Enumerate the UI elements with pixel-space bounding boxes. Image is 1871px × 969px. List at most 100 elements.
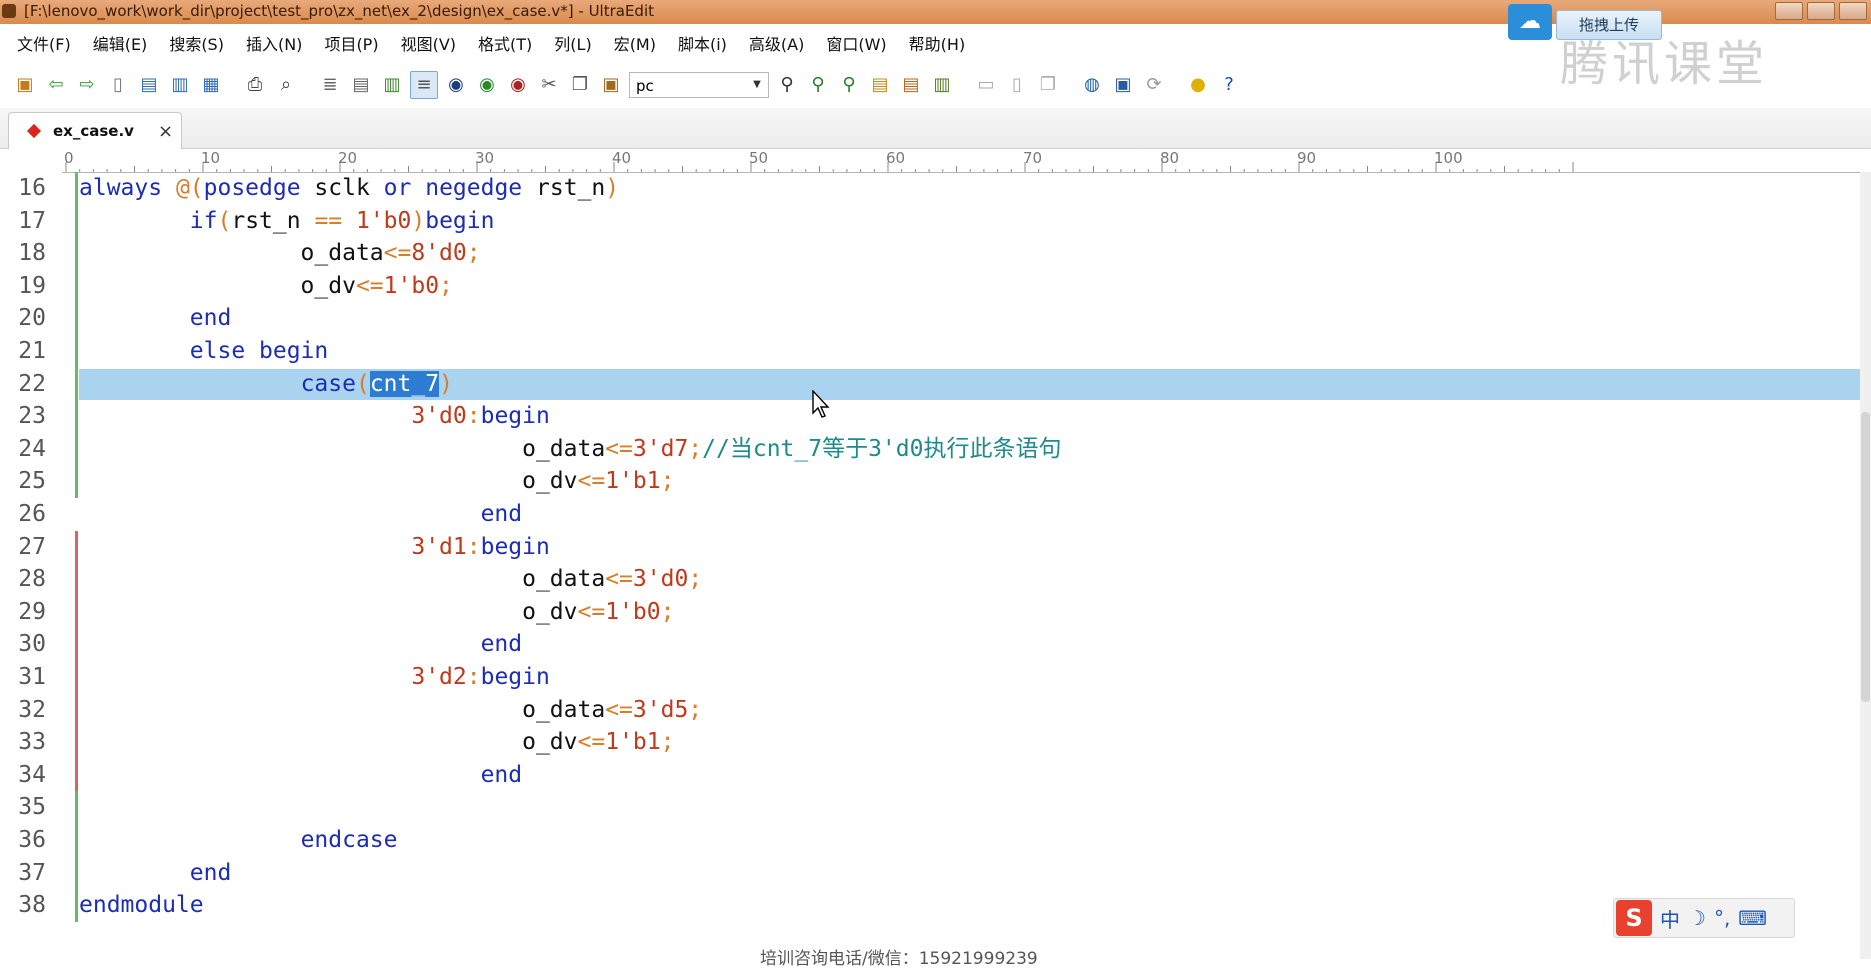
globe-icon[interactable]: ◍: [1079, 72, 1105, 98]
code-line[interactable]: 27 3'd1:begin: [0, 531, 1860, 563]
code-text: end: [79, 759, 523, 791]
menu-item-8[interactable]: 宏(M): [603, 28, 667, 62]
menu-item-10[interactable]: 高级(A): [738, 28, 815, 62]
chevron-down-icon[interactable]: ▼: [748, 75, 766, 95]
code-token: <=: [605, 566, 633, 593]
help-icon[interactable]: ?: [1216, 72, 1242, 98]
minimize-button[interactable]: [1775, 2, 1803, 20]
keyboard-icon[interactable]: ⌨: [1738, 906, 1767, 930]
cut-icon[interactable]: ✂: [536, 72, 562, 98]
list-icon[interactable]: ▤: [898, 72, 924, 98]
ime-mode-toggle[interactable]: 中: [1660, 904, 1680, 933]
find-in-files-icon[interactable]: ▤: [867, 72, 893, 98]
code-text: o_data<=3'd5;: [79, 694, 702, 726]
menu-item-2[interactable]: 搜索(S): [158, 28, 235, 62]
save-icon[interactable]: ▥: [167, 72, 193, 98]
menu-item-4[interactable]: 项目(P): [313, 28, 389, 62]
code-token: posedge: [203, 175, 315, 201]
menu-item-1[interactable]: 编辑(E): [82, 28, 159, 62]
replace-icon[interactable]: ⚲: [836, 72, 862, 98]
menu-item-9[interactable]: 脚本(i): [667, 28, 738, 62]
code-line[interactable]: 32 o_data<=3'd5;: [0, 694, 1860, 726]
punctuation-icon[interactable]: °,: [1714, 906, 1730, 930]
save-all-icon[interactable]: ▦: [198, 72, 224, 98]
ruler-label: 80: [1160, 150, 1179, 167]
browser-icon[interactable]: ◉: [505, 72, 531, 98]
code-line[interactable]: 36 endcase: [0, 824, 1860, 856]
code-token: 1'b0: [383, 272, 440, 299]
moon-icon[interactable]: ☽: [1688, 906, 1706, 930]
word-count-icon[interactable]: ▤: [348, 72, 374, 98]
code-line[interactable]: 22 case(cnt_7): [0, 368, 1860, 400]
code-editor[interactable]: 16 always @(posedge sclk or negedge rst_n…: [0, 172, 1860, 932]
tab-ex-case[interactable]: ex_case.v ×: [8, 112, 182, 149]
code-line[interactable]: 30 end: [0, 628, 1860, 660]
menu-item-12[interactable]: 帮助(H): [898, 28, 977, 62]
paste-icon[interactable]: ▣: [598, 72, 624, 98]
print-preview-icon[interactable]: ⌕: [273, 72, 299, 98]
code-token: ;: [688, 435, 703, 462]
tip-bulb-icon[interactable]: ●: [1185, 72, 1211, 98]
code-line[interactable]: 17 if(rst_n == 1'b0)begin: [0, 205, 1860, 237]
line-number: 22: [18, 370, 46, 397]
new-file-icon[interactable]: ▯: [105, 72, 131, 98]
code-line[interactable]: 28 o_data<=3'd0;: [0, 563, 1860, 595]
compare-icon[interactable]: ▥: [929, 72, 955, 98]
code-token: <=: [577, 598, 606, 625]
find-icon[interactable]: ⚲: [774, 72, 800, 98]
menu-item-3[interactable]: 插入(N): [235, 28, 313, 62]
ftp-icon[interactable]: ◉: [443, 72, 469, 98]
code-line[interactable]: 18 o_data<=8'd0;: [0, 237, 1860, 269]
code-line[interactable]: 38 endmodule: [0, 889, 1860, 921]
code-line[interactable]: 21 else begin: [0, 335, 1860, 367]
copy-icon[interactable]: ❐: [567, 72, 593, 98]
find-next-icon[interactable]: ⚲: [805, 72, 831, 98]
maximize-button[interactable]: [1807, 2, 1835, 20]
screen-icon[interactable]: ▣: [1110, 72, 1136, 98]
code-line[interactable]: 31 3'd2:begin: [0, 661, 1860, 693]
code-line[interactable]: 29 o_dv<=1'b0;: [0, 596, 1860, 628]
spellcheck-icon[interactable]: ≣: [317, 72, 343, 98]
code-token: endmodule: [79, 892, 204, 919]
sogou-logo-icon[interactable]: S: [1616, 900, 1652, 936]
code-line[interactable]: 23 3'd0:begin: [0, 400, 1860, 432]
code-token: 3'd2: [411, 664, 467, 690]
code-line[interactable]: 16 always @(posedge sclk or negedge rst_n…: [0, 172, 1860, 204]
search-combo[interactable]: pc ▼: [629, 72, 769, 98]
vertical-scrollbar[interactable]: [1860, 172, 1871, 959]
scrollbar-thumb[interactable]: [1861, 412, 1870, 702]
code-line[interactable]: 26 end: [0, 498, 1860, 530]
word-wrap-icon[interactable]: ≡: [410, 71, 438, 99]
code-line[interactable]: 37 end: [0, 857, 1860, 889]
menu-item-7[interactable]: 列(L): [543, 28, 602, 62]
code-line[interactable]: 25 o_dv<=1'b1;: [0, 465, 1860, 497]
print-icon[interactable]: ⎙: [242, 72, 268, 98]
split-horizontal-icon[interactable]: ▭: [973, 72, 999, 98]
open-project-icon[interactable]: ▣: [12, 72, 38, 98]
code-token: end: [480, 631, 523, 658]
refresh-icon[interactable]: ⟳: [1141, 72, 1167, 98]
code-token: <=: [605, 435, 633, 462]
menu-item-11[interactable]: 窗口(W): [815, 28, 897, 62]
code-line[interactable]: 34 end: [0, 759, 1860, 791]
back-icon[interactable]: ⇦: [43, 72, 69, 98]
web-icon[interactable]: ◉: [474, 72, 500, 98]
ime-toolbar[interactable]: S 中 ☽ °, ⌨: [1613, 898, 1795, 938]
cascade-icon[interactable]: ❐: [1035, 72, 1061, 98]
forward-icon[interactable]: ⇨: [74, 72, 100, 98]
code-line[interactable]: 33 o_dv<=1'b1;: [0, 726, 1860, 758]
column-mode-icon[interactable]: ▥: [379, 72, 405, 98]
menu-item-0[interactable]: 文件(F): [6, 28, 82, 62]
code-line[interactable]: 20 end: [0, 302, 1860, 334]
code-line[interactable]: 24 o_data<=3'd7;//当cnt_7等于3'd0执行此条语句: [0, 433, 1860, 465]
code-line[interactable]: 19 o_dv<=1'b0;: [0, 270, 1860, 302]
split-vertical-icon[interactable]: ▯: [1004, 72, 1030, 98]
code-line[interactable]: 35: [0, 791, 1860, 823]
close-window-button[interactable]: [1839, 2, 1867, 20]
open-file-icon[interactable]: ▤: [136, 72, 162, 98]
menu-item-5[interactable]: 视图(V): [390, 28, 467, 62]
menu-item-6[interactable]: 格式(T): [467, 28, 543, 62]
close-tab-icon[interactable]: ×: [158, 121, 173, 142]
